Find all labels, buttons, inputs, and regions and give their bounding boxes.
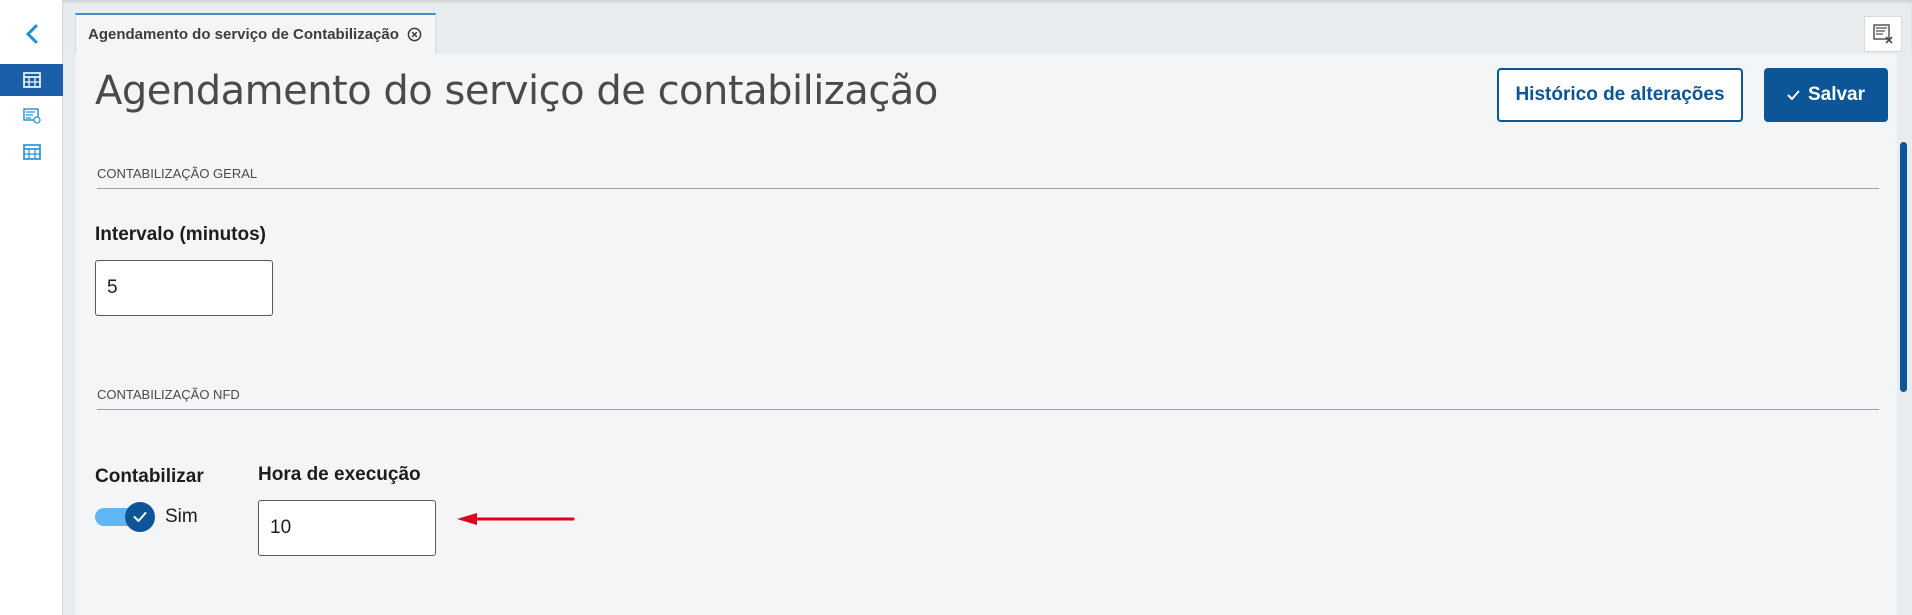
sidebar — [0, 0, 63, 615]
close-all-tabs-icon — [1873, 24, 1893, 44]
section-title-geral: CONTABILIZAÇÃO GERAL — [97, 166, 1879, 189]
sidebar-item-table[interactable] — [0, 64, 63, 96]
chevron-left-icon — [26, 24, 37, 44]
contabilizar-state: Sim — [165, 506, 198, 527]
hora-label: Hora de execução — [258, 464, 421, 485]
interval-label: Intervalo (minutos) — [95, 224, 267, 245]
close-circle-icon — [408, 27, 422, 42]
page-title: Agendamento do serviço de contabilização — [95, 68, 938, 114]
tab-agendamento[interactable]: Agendamento do serviço de Contabilização — [75, 13, 436, 54]
scrollbar[interactable] — [1900, 142, 1907, 392]
tab-bar: Agendamento do serviço de Contabilização — [63, 0, 1912, 54]
history-button[interactable]: Histórico de alterações — [1497, 68, 1743, 122]
interval-input[interactable] — [95, 260, 273, 316]
grid-icon — [22, 144, 41, 160]
contabilizar-label: Contabilizar — [95, 466, 204, 487]
main-content: Agendamento do serviço de contabilização… — [75, 54, 1897, 615]
annotation-arrow — [457, 513, 575, 525]
monitor-list-icon — [22, 108, 41, 124]
tab-label: Agendamento do serviço de Contabilização — [88, 26, 399, 43]
close-tab-button[interactable] — [407, 27, 423, 43]
close-all-tabs-button[interactable] — [1864, 16, 1902, 52]
contabilizar-toggle[interactable] — [95, 502, 157, 532]
check-icon — [1787, 90, 1800, 100]
toggle-knob — [125, 502, 155, 532]
save-button-label: Salvar — [1807, 84, 1866, 105]
sidebar-item-monitor[interactable] — [0, 100, 63, 132]
check-icon — [133, 512, 147, 522]
table-icon — [22, 72, 41, 88]
section-title-nfd: CONTABILIZAÇÃO NFD — [97, 387, 1879, 410]
save-button[interactable]: Salvar — [1764, 68, 1888, 122]
back-button[interactable] — [0, 14, 63, 54]
hora-input[interactable] — [258, 500, 436, 556]
sidebar-item-grid[interactable] — [0, 136, 63, 168]
